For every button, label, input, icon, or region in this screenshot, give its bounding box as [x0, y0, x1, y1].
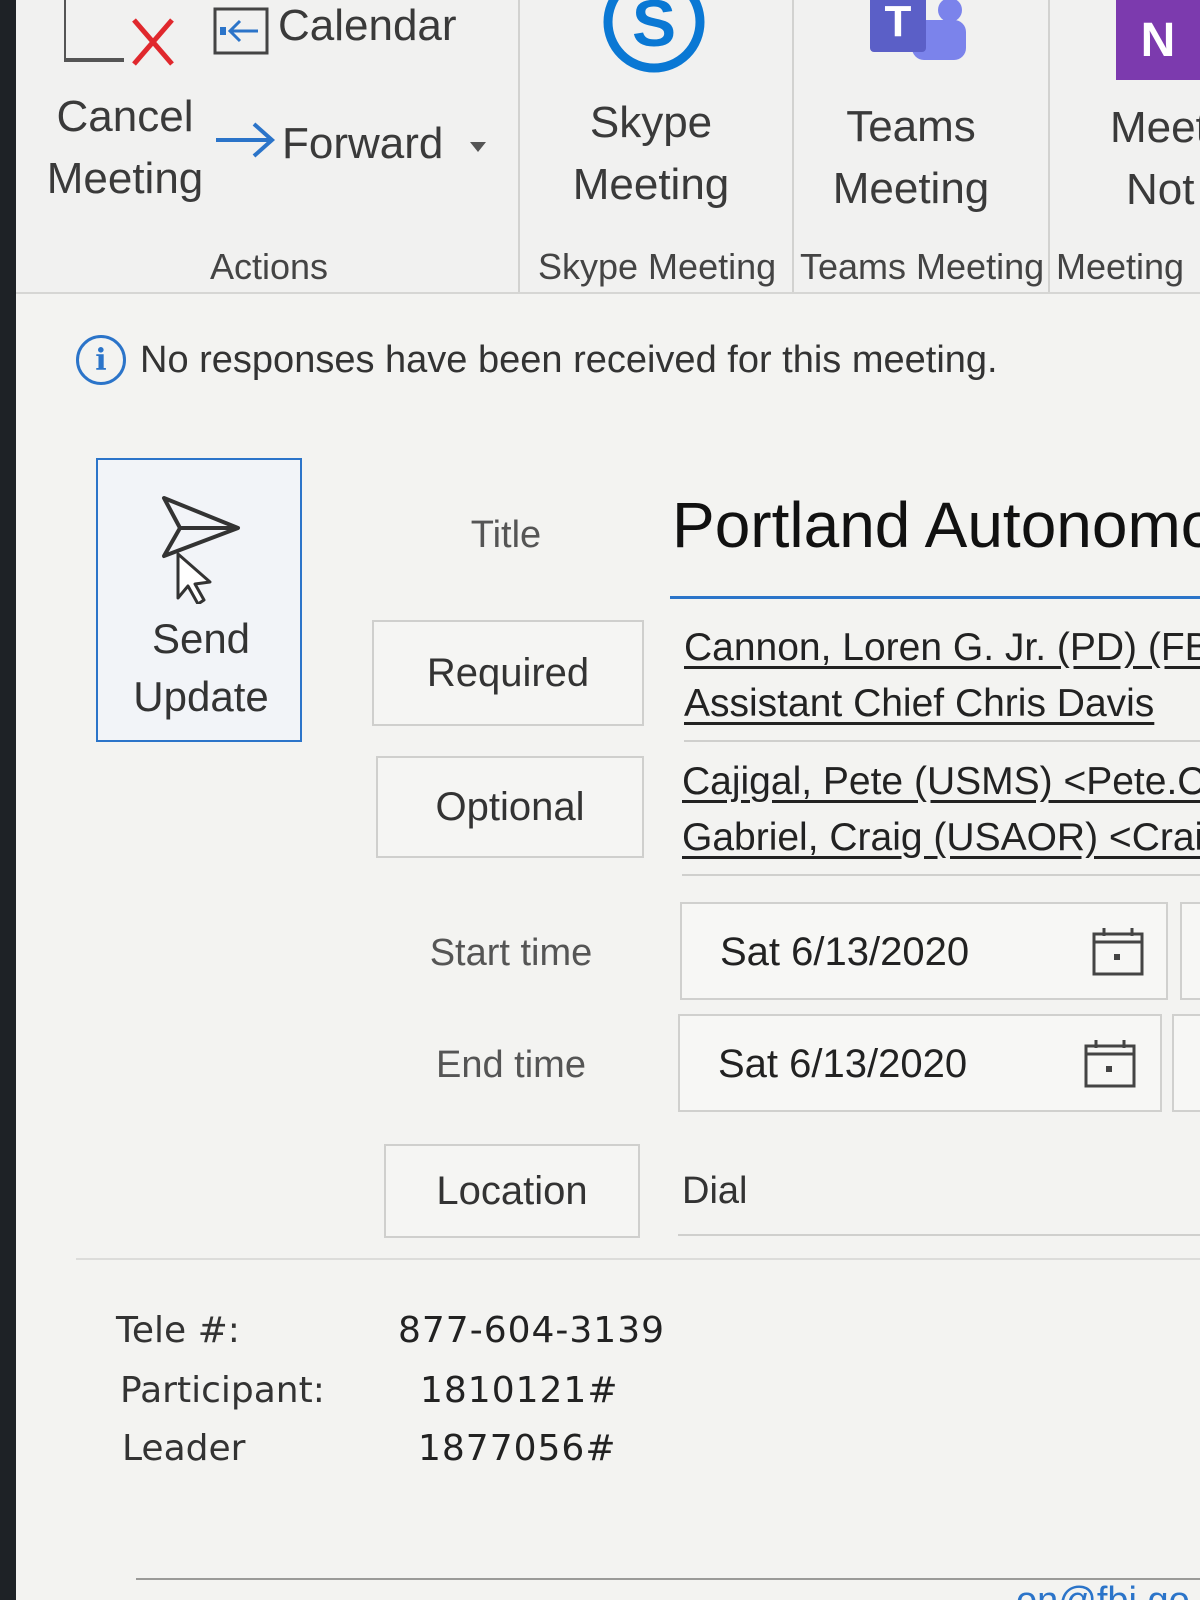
start-time-picker[interactable]: [1180, 902, 1200, 1000]
title-label: Title: [470, 514, 542, 556]
info-bar: i No responses have been received for th…: [76, 330, 998, 390]
info-message: No responses have been received for this…: [140, 338, 998, 381]
location-input[interactable]: Dial: [682, 1170, 747, 1213]
start-time-label: Start time: [429, 932, 593, 974]
calendar-arrow-icon: [213, 7, 269, 55]
participant-label: Participant:: [120, 1370, 325, 1411]
cancel-meeting-icon: [64, 0, 174, 66]
skype-group-label: Skype Meeting: [538, 246, 777, 287]
required-attendee[interactable]: Cannon, Loren G. Jr. (PD) (FBI): [684, 626, 1200, 670]
meeting-notes-label-1: Meet: [1110, 103, 1200, 152]
teams-group-label: Teams Meeting: [800, 246, 1045, 287]
outlook-meeting-window: Cancel Meeting Calendar Forward Actions: [16, 0, 1200, 1600]
start-date-value: Sat 6/13/2020: [720, 930, 970, 974]
teams-meeting-label-1: Teams: [846, 102, 976, 151]
teams-meeting-label-2: Meeting: [832, 164, 990, 213]
participant-value: 1810121#: [420, 1370, 619, 1411]
title-input[interactable]: Portland Autonomo: [672, 488, 1200, 562]
ribbon-divider: [518, 0, 520, 292]
svg-text:T: T: [885, 0, 912, 46]
end-date-value: Sat 6/13/2020: [718, 1042, 968, 1086]
leader-value: 1877056#: [418, 1428, 617, 1469]
onenote-icon: N: [1116, 0, 1200, 80]
location-button[interactable]: Location: [384, 1144, 640, 1238]
calendar-icon[interactable]: [1084, 1040, 1136, 1088]
send-update-button[interactable]: Send Update: [96, 458, 302, 742]
svg-text:S: S: [632, 0, 676, 60]
calendar-label: Calendar: [278, 1, 457, 50]
tele-value: 877-604-3139: [398, 1310, 666, 1351]
tele-label: Tele #:: [116, 1310, 240, 1351]
end-time-picker[interactable]: [1172, 1014, 1200, 1112]
send-update-label-1: Send: [151, 615, 251, 662]
skype-icon: S: [603, 0, 705, 73]
svg-text:N: N: [1141, 14, 1176, 67]
start-date-picker[interactable]: Sat 6/13/2020: [680, 902, 1168, 1000]
chevron-down-icon[interactable]: [470, 142, 486, 152]
send-icon: [162, 496, 240, 604]
meeting-notes-group-label: Meeting: [1056, 246, 1185, 287]
ribbon-divider: [1048, 0, 1050, 292]
leader-label: Leader: [122, 1428, 246, 1469]
skype-meeting-label-2: Meeting: [572, 160, 730, 209]
ribbon-divider: [792, 0, 794, 292]
required-button[interactable]: Required: [372, 620, 644, 726]
body-separator: [76, 1258, 1200, 1260]
cancel-meeting-label-1: Cancel: [56, 92, 194, 141]
required-field-underline: [684, 740, 1200, 742]
optional-field-underline: [682, 874, 1200, 876]
optional-button[interactable]: Optional: [376, 756, 644, 858]
forward-arrow-icon: [216, 122, 276, 158]
end-date-picker[interactable]: Sat 6/13/2020: [678, 1014, 1162, 1112]
location-field-underline: [678, 1234, 1200, 1236]
info-icon: i: [76, 335, 126, 385]
end-time-label: End time: [436, 1044, 586, 1086]
ribbon: Cancel Meeting Calendar Forward Actions: [16, 0, 1200, 294]
send-update-label-2: Update: [133, 673, 269, 720]
cancel-meeting-label-2: Meeting: [46, 154, 204, 203]
optional-attendee[interactable]: Cajigal, Pete (USMS) <Pete.Caji: [682, 760, 1200, 804]
teams-icon: T: [870, 0, 966, 60]
required-attendee[interactable]: Assistant Chief Chris Davis: [684, 682, 1154, 726]
skype-meeting-label-1: Skype: [589, 98, 713, 147]
actions-group-label: Actions: [210, 246, 329, 287]
calendar-icon[interactable]: [1092, 928, 1144, 976]
meeting-notes-label-2: Not: [1126, 165, 1195, 214]
optional-attendee[interactable]: Gabriel, Craig (USAOR) <Craig.C: [682, 816, 1200, 860]
cut-off-email-link[interactable]: on@fbi.go: [1016, 1580, 1190, 1600]
forward-label: Forward: [282, 119, 444, 168]
title-input-underline: [670, 596, 1200, 599]
